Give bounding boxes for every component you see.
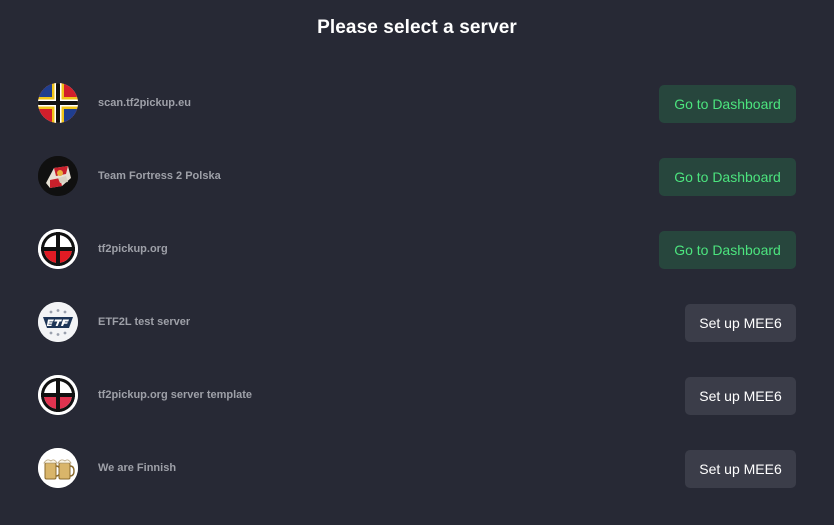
page-title: Please select a server: [317, 17, 517, 38]
server-name: Team Fortress 2 Polska: [98, 170, 221, 182]
server-row-we-are-finnish: We are Finnish Set up MEE6: [0, 432, 834, 505]
server-name: ETF2L test server: [98, 316, 191, 328]
go-to-dashboard-button[interactable]: Go to Dashboard: [659, 158, 796, 196]
go-to-dashboard-button[interactable]: Go to Dashboard: [659, 85, 796, 123]
etf2l-logo-icon: [38, 302, 78, 342]
server-list: scan.tf2pickup.eu Go to Dashboard Team F…: [0, 67, 834, 505]
set-up-mee6-button[interactable]: Set up MEE6: [685, 377, 796, 415]
tf2pickup-crosshair-icon: [38, 229, 78, 269]
tf2pickup-crosshair-pink-icon: [38, 375, 78, 415]
set-up-mee6-button[interactable]: Set up MEE6: [685, 450, 796, 488]
server-name: tf2pickup.org: [98, 243, 168, 255]
server-row-tf2-polska: Team Fortress 2 Polska Go to Dashboard: [0, 140, 834, 213]
server-name: We are Finnish: [98, 462, 177, 474]
server-row-tf2pickup-org: tf2pickup.org Go to Dashboard: [0, 213, 834, 286]
server-name: scan.tf2pickup.eu: [98, 97, 191, 109]
set-up-mee6-button[interactable]: Set up MEE6: [685, 304, 796, 342]
go-to-dashboard-button[interactable]: Go to Dashboard: [659, 231, 796, 269]
server-row-tf2pickup-template: tf2pickup.org server template Set up MEE…: [0, 359, 834, 432]
server-name: tf2pickup.org server template: [98, 389, 253, 401]
beer-mugs-icon: [38, 448, 78, 488]
server-row-etf2l-test: ETF2L test server Set up MEE6: [0, 286, 834, 359]
server-row-scan-tf2pickup: scan.tf2pickup.eu Go to Dashboard: [0, 67, 834, 140]
tf2-polska-emblem-icon: [38, 156, 78, 196]
scandinavian-cross-flag-icon: [38, 83, 78, 123]
